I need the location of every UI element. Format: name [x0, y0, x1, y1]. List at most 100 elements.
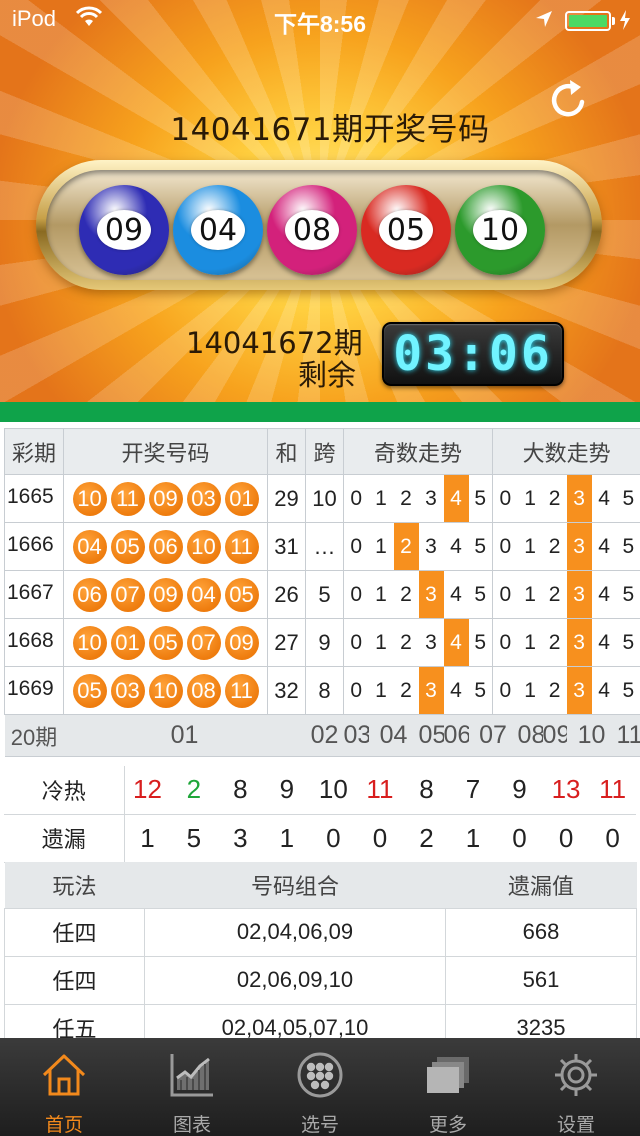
hot-value: 13: [542, 766, 590, 815]
remaining-label: 剩余: [298, 358, 357, 392]
trend-table: 彩期 开奖号码 和 跨 奇数走势 大数走势 1665 10 11 09 03 01 29 10…: [4, 428, 640, 757]
number-ball: 10: [72, 625, 107, 660]
status-bar: iPod 下午8:56: [0, 0, 640, 40]
sum-cell: 29: [267, 474, 306, 523]
footer-number: 01: [63, 714, 306, 757]
number-ball: 07: [186, 625, 221, 660]
tab-chart[interactable]: 图表: [128, 1038, 256, 1136]
tab-label: 选号: [300, 1114, 339, 1136]
draw-numbers-cell: 05 03 10 08 11: [63, 666, 268, 715]
ball-number: 09: [97, 210, 151, 250]
number-ball: 03: [186, 481, 221, 516]
chart-icon: [170, 1054, 213, 1097]
tab-label: 更多: [428, 1114, 467, 1136]
play-combo: 02,06,09,10: [144, 955, 446, 1005]
number-ball: 10: [72, 481, 107, 516]
number-ball: 01: [224, 481, 259, 516]
odd-trend-digit: 5: [468, 522, 494, 571]
footer-number: 03: [343, 714, 369, 757]
tab-more[interactable]: 更多: [384, 1038, 512, 1136]
odd-trend-digit: 0: [343, 474, 369, 523]
trend-row: 1669 05 03 10 08 11 32 8 0 1 2 3 4 5 0 1 2 3 4 5: [4, 666, 640, 715]
sum-cell: 32: [267, 666, 306, 715]
play-row[interactable]: 任四 02,04,06,09 668: [4, 907, 637, 957]
footer-number: 08: [517, 714, 543, 757]
miss-value: 0: [310, 814, 357, 863]
tab-home[interactable]: 首页: [0, 1038, 128, 1136]
big-trend-digit: 2: [542, 570, 567, 619]
play-combo: 02,04,06,09: [144, 907, 446, 957]
hot-value: 9: [263, 766, 311, 815]
big-trend-digit: 5: [616, 618, 640, 667]
tab-settings[interactable]: 设置: [512, 1038, 640, 1136]
big-trend-digit: 2: [542, 522, 567, 571]
footer-number: 05: [418, 714, 444, 757]
odd-trend-digit: 5: [468, 570, 494, 619]
ball-number: 05: [379, 210, 433, 250]
play-row[interactable]: 任四 02,06,09,10 561: [4, 955, 637, 1005]
trend-row: 1668 10 01 05 07 09 27 9 0 1 2 3 4 5 0 1 2 3 4 5: [4, 618, 640, 667]
draw-numbers-cell: 10 11 09 03 01: [63, 474, 268, 523]
footer-number: 02: [305, 714, 344, 757]
ball-number: 04: [191, 210, 245, 250]
odd-trend-digit: 1: [368, 474, 394, 523]
number-ball: 07: [110, 577, 145, 612]
big-trend-digit: 4: [591, 474, 617, 523]
tab-label: 图表: [172, 1114, 211, 1136]
play-type-header: 玩法: [4, 862, 145, 908]
odd-trend-digit: 3: [418, 570, 444, 619]
odd-trend-digit: 0: [343, 522, 369, 571]
odd-trend-digit: 2: [393, 570, 419, 619]
more-icon: [427, 1057, 469, 1093]
countdown-timer: 03:06: [382, 322, 564, 386]
big-trend-digit: 3: [566, 474, 592, 523]
play-table: 玩法 号码组合 遗漏值 任四 02,04,06,09 668 任四 02,06,09,1…: [4, 862, 637, 1053]
big-trend-digit: 3: [566, 666, 592, 715]
odd-trend-digit: 1: [368, 618, 394, 667]
odd-trend-digit: 5: [468, 474, 494, 523]
hot-value: 9: [496, 766, 543, 815]
play-combo-header: 号码组合: [144, 862, 446, 908]
miss-value: 1: [263, 814, 311, 863]
odd-trend-digit: 1: [368, 666, 394, 715]
big-trend-digit: 3: [566, 522, 592, 571]
number-ball: 01: [110, 625, 145, 660]
odd-trend-digit: 0: [343, 570, 369, 619]
number-ball: 08: [186, 673, 221, 708]
col-sum-header: 和: [267, 428, 306, 475]
draw-title: 14041671期开奖号码: [170, 112, 490, 148]
big-trend-digit: 3: [566, 570, 592, 619]
footer-period-count: 20期: [4, 714, 64, 757]
cold-hot-table: 冷热 12 2 8 9 10 11 8 7 9 13 11 遗漏 15310021000: [4, 766, 636, 863]
hot-value: 10: [310, 766, 357, 815]
big-trend-digit: 1: [517, 570, 543, 619]
hot-row: 冷热 12 2 8 9 10 11 8 7 9 13 11: [4, 766, 636, 815]
charging-bolt-icon: [620, 10, 630, 30]
odd-trend-digit: 2: [393, 474, 419, 523]
miss-row: 遗漏 15310021000: [4, 814, 636, 863]
draw-header: iPod 下午8:56 14041671期开奖号码 09 04 08 05 10 140…: [0, 0, 640, 402]
span-cell: 8: [305, 666, 344, 715]
col-big-trend-header: 大数走势: [492, 428, 640, 475]
trend-row: 1666 04 05 06 10 11 31… 0 1 2 3 4 5 0 1 2 3 4 5: [4, 522, 640, 571]
number-ball: 03: [110, 673, 145, 708]
tab-pick-number[interactable]: 选号: [256, 1038, 384, 1136]
span-cell: 10: [305, 474, 344, 523]
number-ball: 11: [224, 673, 259, 708]
big-trend-digit: 3: [566, 618, 592, 667]
footer-number: 10: [566, 714, 617, 757]
hot-value: 12: [124, 766, 171, 815]
odd-trend-digit: 0: [343, 666, 369, 715]
lottery-ball: 08: [267, 185, 357, 275]
miss-value: 1: [449, 814, 497, 863]
odd-trend-digit: 2: [393, 522, 419, 571]
big-trend-digit: 4: [591, 666, 617, 715]
col-odd-trend-header: 奇数走势: [342, 428, 494, 475]
number-ball: 10: [148, 673, 183, 708]
big-trend-digit: 2: [542, 474, 567, 523]
big-trend-digit: 5: [616, 666, 640, 715]
ball-tray: 09 04 08 05 10: [36, 160, 602, 290]
play-miss: 668: [445, 907, 637, 957]
hot-label: 冷热: [4, 766, 125, 815]
footer-number: 11: [616, 714, 640, 757]
